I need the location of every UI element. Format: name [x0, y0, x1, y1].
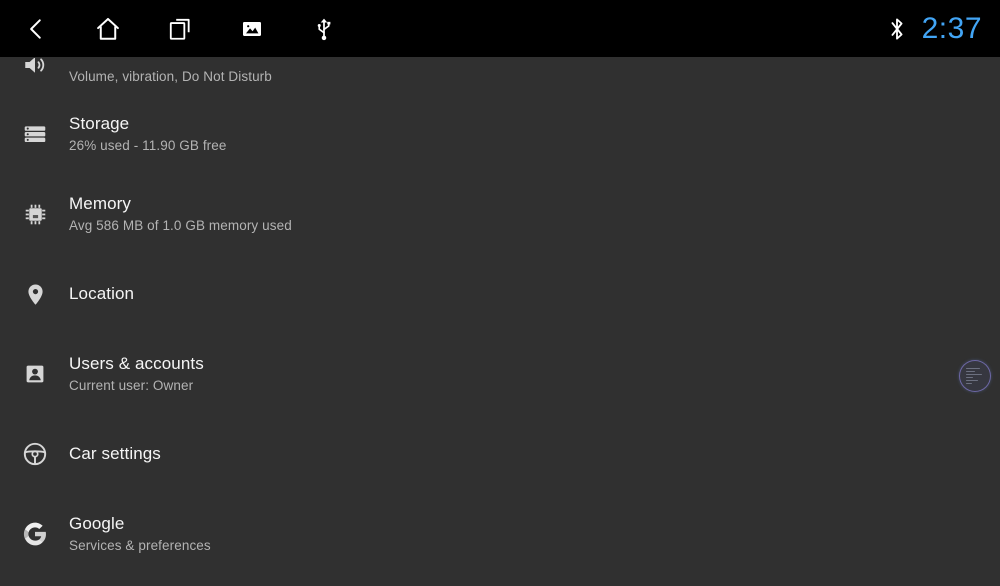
user-account-icon	[19, 358, 51, 390]
storage-icon	[19, 118, 51, 150]
bluetooth-icon	[886, 15, 908, 43]
floating-overlay-bubble[interactable]	[959, 360, 991, 392]
list-item-sound[interactable]: Volume, vibration, Do Not Disturb	[0, 57, 1000, 94]
recents-icon	[167, 16, 193, 42]
list-item-text: Google Services & preferences	[69, 513, 211, 555]
overlay-bubble-content	[964, 365, 986, 387]
location-pin-icon	[19, 278, 51, 310]
list-item-subtitle: Current user: Owner	[69, 378, 194, 393]
google-g-icon	[19, 518, 51, 550]
image-icon	[240, 17, 264, 41]
list-item-car-settings[interactable]: Car settings	[0, 414, 1000, 494]
list-item-subtitle: Avg 586 MB of 1.0 GB memory used	[69, 218, 292, 233]
list-item-text: Volume, vibration, Do Not Disturb	[69, 66, 272, 94]
list-item-text: Memory Avg 586 MB of 1.0 GB memory used	[69, 193, 292, 235]
back-chevron-icon	[23, 16, 49, 42]
list-item-users-accounts[interactable]: Users & accounts Current user: Owner	[0, 334, 1000, 414]
list-item-title: Users & accounts	[69, 354, 204, 373]
list-item-text: Car settings	[69, 443, 161, 465]
list-item-title: Location	[69, 284, 135, 303]
steering-wheel-icon	[19, 438, 51, 470]
status-bar-clock: 2:37	[921, 11, 982, 45]
usb-button[interactable]	[288, 0, 360, 57]
list-item-title: Memory	[69, 194, 131, 213]
list-item-storage[interactable]: Storage 26% used - 11.90 GB free	[0, 94, 1000, 174]
android-automotive-settings-screen: 2:37 Volume, vibration, Do Not Disturb S…	[0, 0, 1000, 586]
status-bar-right: 2:37	[886, 0, 982, 57]
list-item-subtitle: Services & preferences	[69, 538, 211, 553]
list-item-subtitle: Volume, vibration, Do Not Disturb	[69, 69, 272, 84]
list-item-title: Car settings	[69, 444, 161, 463]
list-item-system[interactable]: System Languages, time, backup, updates	[0, 574, 1000, 586]
list-item-title: Storage	[69, 114, 130, 133]
volume-speaker-icon	[19, 58, 51, 78]
status-bar: 2:37	[0, 0, 1000, 57]
list-item-text: Location	[69, 283, 134, 305]
list-item-memory[interactable]: Memory Avg 586 MB of 1.0 GB memory used	[0, 174, 1000, 254]
list-item-subtitle: 26% used - 11.90 GB free	[69, 138, 227, 153]
navigation-bar	[0, 0, 360, 57]
settings-list[interactable]: Volume, vibration, Do Not Disturb Storag…	[0, 57, 1000, 586]
screenshot-button[interactable]	[216, 0, 288, 57]
home-button[interactable]	[72, 0, 144, 57]
list-item-title: Google	[69, 514, 125, 533]
list-item-location[interactable]: Location	[0, 254, 1000, 334]
memory-chip-icon	[19, 198, 51, 230]
home-icon	[94, 15, 122, 43]
list-item-text: Storage 26% used - 11.90 GB free	[69, 113, 227, 155]
back-button[interactable]	[0, 0, 72, 57]
usb-icon	[311, 16, 337, 42]
recents-button[interactable]	[144, 0, 216, 57]
list-item-text: Users & accounts Current user: Owner	[69, 353, 204, 395]
list-item-google[interactable]: Google Services & preferences	[0, 494, 1000, 574]
